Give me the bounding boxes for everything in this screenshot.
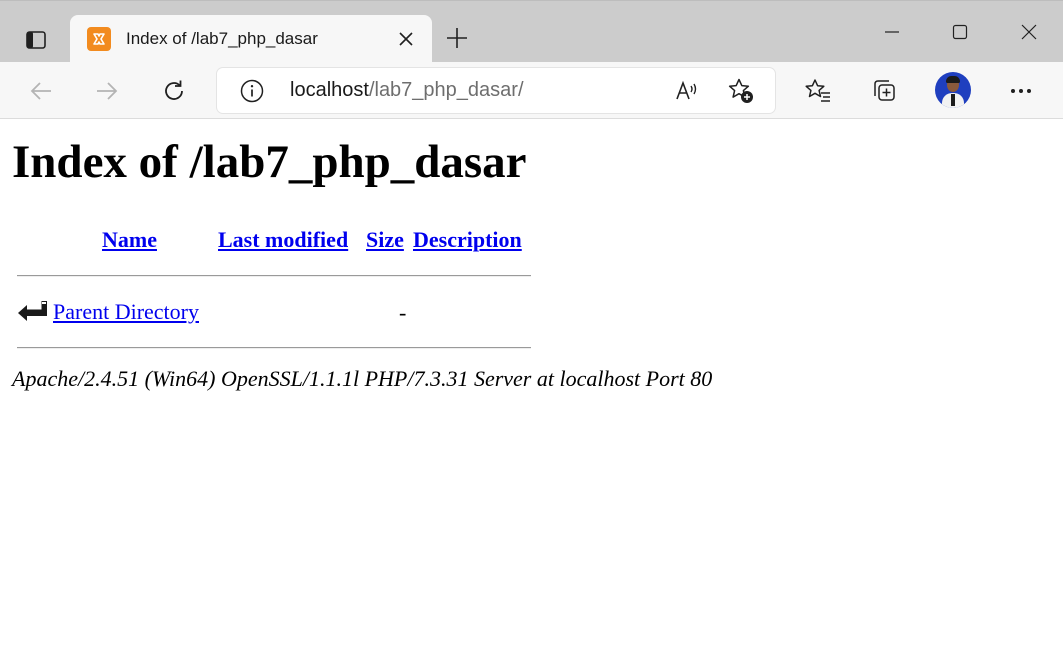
server-signature: Apache/2.4.51 (Win64) OpenSSL/1.1.1l PHP… — [12, 366, 713, 391]
more-icon — [1011, 89, 1031, 93]
column-header-name[interactable]: Name — [102, 227, 157, 253]
avatar[interactable] — [935, 72, 971, 108]
star-add-icon[interactable] — [727, 77, 755, 105]
collections-button[interactable] — [865, 72, 903, 110]
more-button[interactable] — [1002, 72, 1040, 110]
column-header-description[interactable]: Description — [413, 227, 522, 253]
close-icon — [1021, 24, 1037, 40]
column-header-last-modified[interactable]: Last modified — [218, 227, 348, 253]
url-text[interactable]: localhost/lab7_php_dasar/ — [290, 79, 524, 102]
xampp-icon — [87, 27, 111, 51]
url-path: /lab7_php_dasar/ — [368, 79, 524, 101]
tab-title: Index of /lab7_php_dasar — [126, 29, 318, 48]
arrow-right-icon — [97, 82, 118, 100]
close-icon[interactable] — [394, 27, 418, 51]
toolbar: localhost/lab7_php_dasar/ — [0, 62, 1063, 119]
close-window-button[interactable] — [1005, 9, 1053, 55]
favorites-icon — [805, 79, 830, 102]
page-title: Index of /lab7_php_dasar — [12, 136, 527, 188]
title-bar: Index of /lab7_php_dasar — [0, 0, 1063, 63]
parent-directory-size: - — [399, 300, 407, 325]
arrow-left-icon — [30, 82, 51, 100]
collections-icon — [874, 80, 895, 101]
column-header-size[interactable]: Size — [366, 227, 404, 253]
divider — [17, 347, 531, 349]
browser-tab[interactable]: Index of /lab7_php_dasar — [70, 15, 432, 63]
plus-icon — [447, 28, 467, 48]
back-arrow-icon — [16, 295, 48, 327]
new-tab-button[interactable] — [440, 21, 474, 55]
forward-button[interactable] — [88, 72, 126, 110]
refresh-button[interactable] — [155, 72, 193, 110]
page-content: Index of /lab7_php_dasar Name Last modif… — [0, 120, 1063, 665]
avatar-tie — [951, 94, 955, 106]
url-host: localhost — [290, 79, 369, 101]
favorites-button[interactable] — [799, 72, 837, 110]
refresh-icon — [165, 80, 183, 100]
tab-actions-icon[interactable] — [18, 22, 54, 58]
parent-directory-link[interactable]: Parent Directory — [53, 299, 199, 325]
minimize-icon — [885, 31, 899, 33]
divider — [17, 275, 531, 277]
read-aloud-icon[interactable] — [673, 77, 701, 105]
avatar-hair — [946, 76, 960, 83]
maximize-icon — [952, 24, 968, 40]
maximize-button[interactable] — [936, 9, 984, 55]
back-button[interactable] — [22, 72, 60, 110]
minimize-button[interactable] — [868, 9, 916, 55]
info-icon[interactable] — [239, 78, 265, 104]
address-bar[interactable]: localhost/lab7_php_dasar/ — [217, 68, 775, 113]
